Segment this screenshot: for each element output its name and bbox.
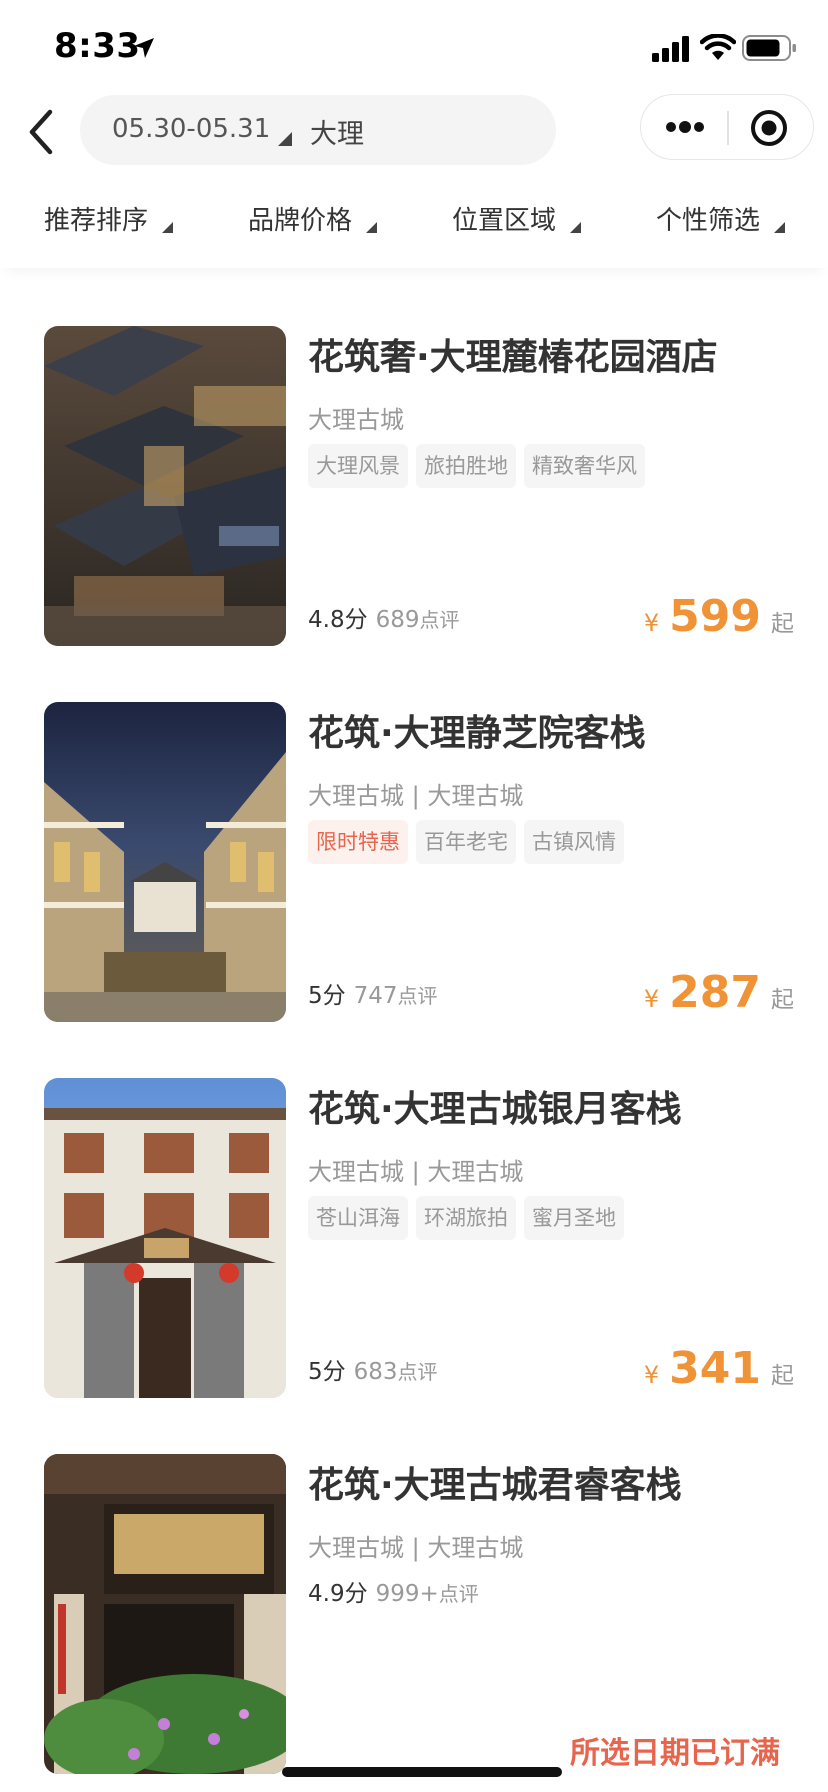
currency-symbol: ¥ [643,985,660,1013]
wifi-icon [700,34,736,60]
filter-label: 品牌价格 [248,206,353,236]
review-suffix: 点评 [397,1360,438,1384]
filter-bar: 推荐排序 品牌价格 位置区域 个性筛选 [0,184,828,268]
review-suffix: 点评 [419,608,460,632]
rating-row: 5分 683点评 [308,1352,438,1386]
hotel-name[interactable]: 花筑·大理古城君睿客栈 [308,1456,682,1508]
hotel-location: 大理古城 | 大理古城 [308,1534,524,1562]
hotel-tag: 蜜月圣地 [524,1196,624,1240]
price-suffix: 起 [771,1363,794,1389]
currency-symbol: ¥ [643,609,660,637]
hotel-location: 大理古城 | 大理古城 [308,1158,524,1186]
search-bar[interactable]: 05.30-05.31 大理 [80,95,556,165]
rating-row: 5分 747点评 [308,976,438,1010]
hotel-tag: 大理风景 [308,444,408,488]
hotel-photo[interactable] [44,702,286,1022]
more-dots-icon[interactable] [663,115,707,139]
price-block: ¥287 起 [644,967,794,1018]
hotel-card[interactable]: 花筑·大理古城银月客栈 大理古城 | 大理古城 苍山洱海 环湖旅拍 蜜月圣地 5分 6… [0,1078,828,1398]
capsule-divider [727,111,729,145]
filter-sort[interactable]: 推荐排序 [44,200,173,240]
filter-label: 个性筛选 [656,206,761,236]
hotel-card[interactable]: 花筑奢·大理麓椿花园酒店 大理古城 大理风景 旅拍胜地 精致奢华风 4.8分 689点… [0,326,828,646]
filter-personal[interactable]: 个性筛选 [656,200,785,240]
soldout-status: 所选日期已订满 [570,1736,780,1771]
target-icon[interactable] [749,108,789,148]
hotel-tag: 旅拍胜地 [416,444,516,488]
review-suffix: 点评 [438,1582,479,1606]
currency-symbol: ¥ [643,1361,660,1389]
review-suffix: 点评 [397,984,438,1008]
cellular-signal-icon [652,36,689,62]
mini-program-capsule [640,94,814,160]
rating-row: 4.8分 689点评 [308,600,459,634]
review-count: 999+ [375,1581,439,1607]
hotel-photo[interactable] [44,326,286,646]
hotel-location: 大理古城 | 大理古城 [308,782,524,810]
hotel-tag: 苍山洱海 [308,1196,408,1240]
hotel-name[interactable]: 花筑奢·大理麓椿花园酒店 [308,328,718,380]
hotel-tags: 限时特惠 百年老宅 古镇风情 [308,820,632,864]
status-bar: 8:33 [0,0,828,96]
hotel-location: 大理古城 [308,406,404,434]
filter-label: 推荐排序 [44,206,149,236]
review-count: 747 [353,983,398,1009]
hotel-name[interactable]: 花筑·大理古城银月客栈 [308,1080,682,1132]
review-count: 683 [353,1359,398,1385]
search-dates[interactable]: 05.30-05.31 [112,114,270,144]
promo-tag: 限时特惠 [308,820,408,864]
hotel-tag: 百年老宅 [416,820,516,864]
filter-label: 位置区域 [452,206,557,236]
hotel-tags: 苍山洱海 环湖旅拍 蜜月圣地 [308,1196,632,1240]
caret-down-icon [162,222,173,233]
caret-down-icon [570,222,581,233]
hotel-name[interactable]: 花筑·大理静芝院客栈 [308,704,646,756]
rating-row: 4.9分 999+点评 [308,1574,479,1608]
caret-down-icon [774,222,785,233]
review-count: 689 [375,607,420,633]
back-button[interactable] [18,104,66,160]
home-indicator[interactable] [282,1767,562,1777]
hotel-photo[interactable] [44,1078,286,1398]
filter-brand-price[interactable]: 品牌价格 [248,200,377,240]
price-suffix: 起 [771,987,794,1013]
price-suffix: 起 [771,611,794,637]
hotel-tags: 大理风景 旅拍胜地 精致奢华风 [308,444,653,488]
hotel-tag: 古镇风情 [524,820,624,864]
price-block: ¥599 起 [644,591,794,642]
hotel-tag: 精致奢华风 [524,444,645,488]
hotel-score: 5分 [308,1359,346,1385]
search-city[interactable]: 大理 [310,112,364,151]
hotel-photo[interactable] [44,1454,286,1774]
hotel-price: 341 [669,1343,761,1394]
caret-down-icon [366,222,377,233]
hotel-price: 599 [669,591,761,642]
filter-location[interactable]: 位置区域 [452,200,581,240]
hotel-score: 4.9分 [308,1581,368,1607]
status-time: 8:33 [54,26,141,66]
battery-icon [742,35,796,61]
caret-down-icon [278,132,292,146]
hotel-price: 287 [669,967,761,1018]
hotel-score: 4.8分 [308,607,368,633]
location-arrow-icon [134,38,154,58]
hotel-score: 5分 [308,983,346,1009]
hotel-card[interactable]: 花筑·大理静芝院客栈 大理古城 | 大理古城 限时特惠 百年老宅 古镇风情 5分 74… [0,702,828,1022]
price-block: ¥341 起 [644,1343,794,1394]
hotel-card[interactable]: 花筑·大理古城君睿客栈 大理古城 | 大理古城 4.9分 999+点评 [0,1454,828,1774]
hotel-tag: 环湖旅拍 [416,1196,516,1240]
